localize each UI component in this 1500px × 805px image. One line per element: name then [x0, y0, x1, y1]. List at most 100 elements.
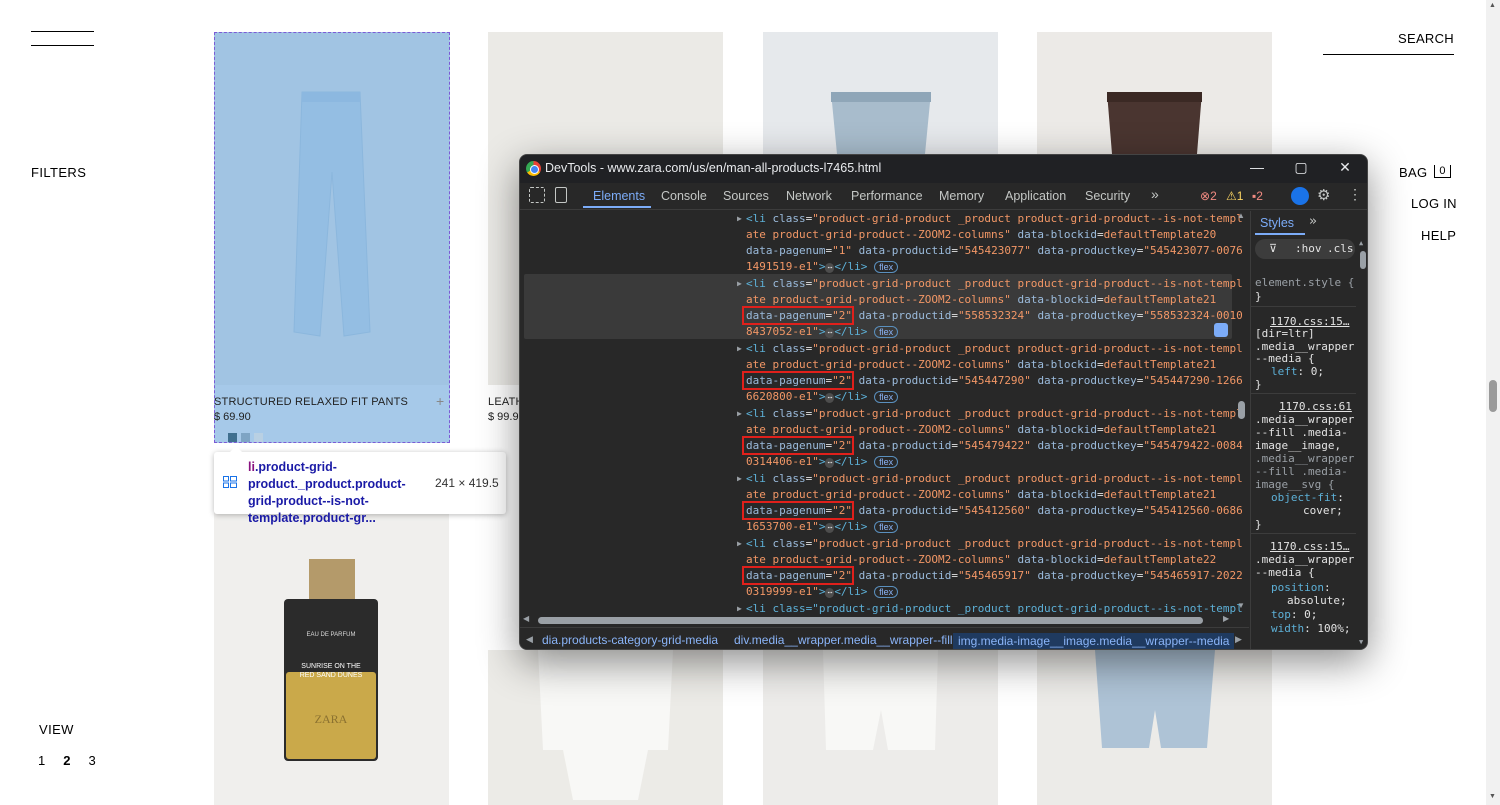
dom-node-line[interactable]: 0314406-e1"> ⋯ </li> flex [746, 454, 899, 470]
elements-vscroll-thumb[interactable] [1238, 401, 1245, 419]
dom-node-line[interactable]: <li class="product-grid-product _product… [746, 341, 1243, 357]
dom-node-line[interactable]: 6620800-e1"> ⋯ </li> flex [746, 389, 899, 405]
tab-security[interactable]: Security [1085, 189, 1130, 203]
page-scrollbar-thumb[interactable] [1489, 380, 1497, 412]
tab-network[interactable]: Network [786, 189, 832, 203]
crumb-3[interactable]: img.media-image__image.media__wrapper--m… [953, 633, 1235, 649]
expand-triangle-icon[interactable]: ▶ [737, 344, 742, 353]
scroll-right-icon[interactable]: ▶ [1223, 614, 1229, 623]
hamburger-menu-icon[interactable] [31, 31, 94, 47]
rule3-declaration-2[interactable]: top: 0; [1271, 608, 1317, 622]
hov-toggle[interactable]: :hov [1295, 242, 1322, 255]
scroll-left-icon[interactable]: ◀ [523, 614, 529, 623]
scroll-up-icon[interactable]: ▲ [1489, 2, 1496, 9]
expand-triangle-icon[interactable]: ▶ [737, 214, 742, 223]
product-card-denim-shorts[interactable] [1037, 650, 1272, 805]
swatch-mid-blue[interactable] [241, 433, 250, 442]
rule3-source-link[interactable]: 1170.css:15… [1270, 540, 1349, 554]
swatch-light-blue[interactable] [254, 433, 263, 442]
settings-gear-icon[interactable]: ⚙ [1317, 186, 1330, 204]
element-style-rule[interactable]: element.style { [1255, 276, 1354, 290]
devtools-titlebar[interactable]: DevTools - www.zara.com/us/en/man-all-pr… [520, 155, 1367, 183]
help-link[interactable]: HELP [1421, 228, 1456, 243]
minimize-icon[interactable]: — [1247, 159, 1267, 175]
rule3-declaration-3[interactable]: width: 100%; [1271, 622, 1351, 636]
scroll-down-icon[interactable]: ▼ [1237, 601, 1245, 610]
dom-node-line[interactable]: <li class="product-grid-product _product… [746, 536, 1243, 552]
page-scrollbar[interactable]: ▲ ▼ [1486, 0, 1500, 805]
search-link[interactable]: SEARCH [1323, 31, 1454, 55]
copilot-overlay-icon[interactable] [1214, 323, 1228, 337]
dom-node-line[interactable]: <li class="product-grid-product _product… [746, 276, 1243, 292]
product-card-perfume[interactable]: EAU DE PARFUM SUNRISE ON THE RED SAND DU… [214, 512, 449, 805]
tab-application[interactable]: Application [1005, 189, 1066, 203]
styles-filter[interactable]: ⊽ :hov .cls [1255, 239, 1355, 259]
dom-node-line[interactable]: <li class="product-grid-product _product… [746, 471, 1243, 487]
dom-node-line[interactable]: 1653700-e1"> ⋯ </li> flex [746, 519, 899, 535]
crumb-right-icon[interactable]: ▶ [1235, 634, 1242, 645]
crumb-1[interactable]: dia.products-category-grid-media [542, 633, 718, 647]
cls-toggle[interactable]: .cls [1327, 242, 1354, 255]
product-card-white-shorts[interactable] [763, 650, 998, 805]
issue-count[interactable]: ▪2 [1252, 189, 1263, 203]
product-card-brown-pants[interactable] [1037, 32, 1272, 154]
product-name-1[interactable]: STRUCTURED RELAXED FIT PANTS [214, 396, 408, 408]
dom-node-line[interactable]: data-pagenum="1" data-productid="5454230… [746, 243, 1243, 259]
styles-scrollbar[interactable]: ▲ ▼ [1357, 211, 1367, 649]
elements-panel[interactable]: ▶ <li class="product-grid-product _produc… [520, 211, 1250, 625]
styles-scroll-thumb[interactable] [1360, 251, 1366, 269]
rule1-declaration[interactable]: left: 0; [1271, 365, 1324, 379]
dom-node-line[interactable]: <li class="product-grid-product _product… [746, 406, 1243, 422]
error-count[interactable]: ⊗2 [1200, 189, 1217, 203]
styles-tab[interactable]: Styles [1260, 216, 1294, 230]
dom-node-line[interactable]: 1491519-e1"> ⋯ </li> flex [746, 259, 899, 275]
tab-elements[interactable]: Elements [593, 189, 645, 203]
filters-link[interactable]: FILTERS [31, 165, 86, 180]
expand-triangle-icon[interactable]: ▶ [737, 409, 742, 418]
product-card-white-shirt[interactable] [488, 650, 723, 805]
styles-more-icon[interactable]: » [1309, 214, 1317, 229]
tab-console[interactable]: Console [661, 189, 707, 203]
elements-vscrollbar[interactable]: ▲ ▼ [1235, 211, 1249, 613]
elements-hscrollbar[interactable]: ◀ ▶ [520, 614, 1235, 627]
tab-memory[interactable]: Memory [939, 189, 984, 203]
close-icon[interactable]: ✕ [1335, 159, 1355, 176]
rule2-source-link[interactable]: 1170.css:61 [1279, 400, 1352, 414]
dom-node-line[interactable]: 0319999-e1"> ⋯ </li> flex [746, 584, 899, 600]
rule2-selector-e: --fill .media- [1255, 465, 1348, 478]
expand-triangle-icon[interactable]: ▶ [737, 604, 742, 613]
elements-hscroll-thumb[interactable] [538, 617, 1203, 624]
dom-node-line[interactable]: 8437052-e1"> ⋯ </li> flex [746, 324, 899, 340]
view-option-2[interactable]: 2 [63, 753, 70, 768]
scroll-up-icon[interactable]: ▲ [1237, 211, 1245, 220]
swatch-dark-blue[interactable] [228, 433, 237, 442]
expand-triangle-icon[interactable]: ▶ [737, 474, 742, 483]
bag-link[interactable]: BAG 0 [1399, 165, 1451, 180]
expand-triangle-icon[interactable]: ▶ [737, 539, 742, 548]
product-card-jeans[interactable] [763, 32, 998, 154]
crumb-2[interactable]: div.media__wrapper.media__wrapper--fill [734, 633, 953, 647]
scroll-down-icon[interactable]: ▼ [1359, 638, 1363, 646]
login-link[interactable]: LOG IN [1411, 196, 1457, 211]
warning-count[interactable]: ⚠1 [1226, 189, 1243, 203]
view-option-3[interactable]: 3 [88, 753, 95, 768]
maximize-icon[interactable]: ▢ [1291, 159, 1311, 176]
inspect-element-icon[interactable] [529, 187, 545, 203]
crumb-left-icon[interactable]: ◀ [526, 634, 533, 645]
kebab-menu-icon[interactable]: ⋮ [1348, 186, 1362, 203]
dom-node-line[interactable]: <li class="product-grid-product _product… [746, 211, 1243, 227]
add-to-bag-icon[interactable]: + [436, 393, 444, 409]
expand-triangle-icon[interactable]: ▶ [737, 279, 742, 288]
ai-assistant-icon[interactable] [1291, 187, 1309, 205]
dom-node-line[interactable]: ate product-grid-product--ZOOM2-columns"… [746, 227, 1216, 243]
view-option-1[interactable]: 1 [38, 753, 45, 768]
device-toolbar-icon[interactable] [555, 187, 567, 203]
filter-funnel-icon[interactable]: ⊽ [1269, 242, 1277, 255]
tab-sources[interactable]: Sources [723, 189, 769, 203]
tab-performance[interactable]: Performance [851, 189, 923, 203]
rule2-declaration[interactable]: object-fit: [1271, 491, 1344, 505]
scroll-down-icon[interactable]: ▼ [1489, 793, 1496, 800]
rule3-declaration-1[interactable]: position: [1271, 581, 1331, 595]
scroll-up-icon[interactable]: ▲ [1359, 239, 1363, 247]
more-tabs-icon[interactable]: » [1151, 186, 1159, 202]
